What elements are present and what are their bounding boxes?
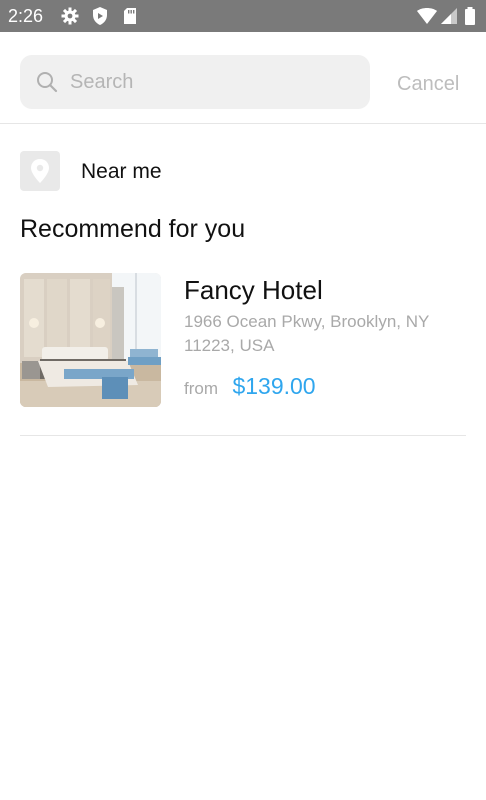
gear-icon xyxy=(60,6,80,26)
battery-icon xyxy=(464,6,484,26)
divider xyxy=(20,435,466,436)
search-box[interactable] xyxy=(20,55,370,109)
hotel-name: Fancy Hotel xyxy=(184,275,323,305)
hotel-address: 1966 Ocean Pkwy, Brooklyn, NY 11223, USA xyxy=(184,312,430,355)
location-pin-icon xyxy=(20,151,60,191)
divider xyxy=(0,123,486,124)
price-row: from $139.00 xyxy=(184,373,316,400)
near-me-row[interactable]: Near me xyxy=(20,151,466,193)
sd-card-icon xyxy=(120,6,140,26)
hotel-image[interactable] xyxy=(20,273,161,407)
wifi-icon xyxy=(416,6,437,26)
search-input[interactable] xyxy=(70,55,360,109)
cancel-button[interactable]: Cancel xyxy=(397,72,459,96)
from-label: from xyxy=(184,379,218,398)
hotel-price: $139.00 xyxy=(232,373,316,399)
search-icon xyxy=(36,71,58,93)
shield-icon xyxy=(90,6,110,26)
section-title: Recommend for you xyxy=(20,215,246,243)
hotel-card[interactable]: Fancy Hotel 1966 Ocean Pkwy, Brooklyn, N… xyxy=(20,273,466,409)
status-time: 2:26 xyxy=(8,6,44,26)
near-me-label: Near me xyxy=(81,160,162,183)
status-bar: 2:26 xyxy=(0,0,486,32)
signal-icon xyxy=(440,6,460,26)
